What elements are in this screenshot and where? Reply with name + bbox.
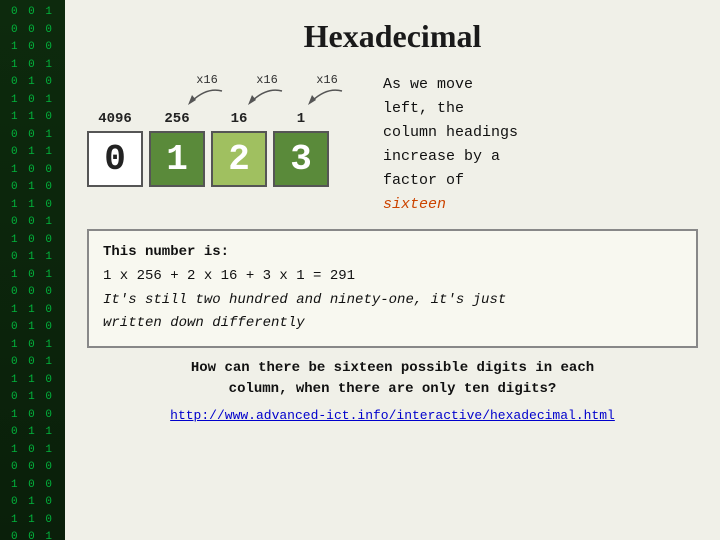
- right-line1: As we move: [383, 76, 473, 93]
- reference-link[interactable]: http://www.advanced-ict.info/interactive…: [87, 408, 698, 423]
- right-highlight: sixteen: [383, 196, 446, 213]
- binary-row: 0 1 0: [11, 319, 54, 336]
- info-box: This number is: 1 x 256 + 2 x 16 + 3 x 1…: [87, 229, 698, 348]
- question-line1: How can there be sixteen possible digits…: [191, 360, 594, 376]
- col-heading-1: 256: [149, 111, 205, 127]
- col-cell-0: 0: [87, 131, 143, 187]
- columns-row: 4096 0 256 1 16 2 1 3: [87, 111, 335, 187]
- arrows-row: x16 x16 x16: [115, 73, 357, 107]
- binary-row: 1 1 0: [11, 302, 54, 319]
- binary-row: 0 0 1: [11, 4, 54, 21]
- binary-row: 1 1 0: [11, 512, 54, 529]
- binary-row: 1 0 1: [11, 57, 54, 74]
- binary-row: 1 1 0: [11, 372, 54, 389]
- right-line4: increase by a: [383, 148, 500, 165]
- binary-row: 1 0 0: [11, 477, 54, 494]
- info-label: This number is:: [103, 241, 682, 265]
- binary-row: 1 0 0: [11, 232, 54, 249]
- arrow-svg-1: [182, 87, 232, 107]
- binary-row: 0 0 0: [11, 284, 54, 301]
- arrow-group-1: x16: [177, 73, 237, 107]
- col-heading-3: 1: [273, 111, 329, 127]
- binary-row: 0 1 0: [11, 179, 54, 196]
- col-heading-2: 16: [211, 111, 267, 127]
- binary-row: 0 1 1: [11, 424, 54, 441]
- binary-row: 1 0 0: [11, 407, 54, 424]
- arrow-label-3: x16: [316, 73, 338, 87]
- binary-row: 1 0 1: [11, 337, 54, 354]
- col-group-3: 1 3: [273, 111, 329, 187]
- binary-row: 1 1 0: [11, 109, 54, 126]
- info-label-text: This number is:: [103, 244, 229, 260]
- binary-row: 1 0 0: [11, 162, 54, 179]
- main-content: Hexadecimal x16 x16: [65, 0, 720, 540]
- arrow-group-2: x16: [237, 73, 297, 107]
- binary-row: 0 0 1: [11, 214, 54, 231]
- arrow-svg-3: [302, 87, 352, 107]
- binary-row: 0 0 0: [11, 22, 54, 39]
- binary-sidebar: 0 0 10 0 01 0 01 0 10 1 01 0 11 1 00 0 1…: [0, 0, 65, 540]
- col-group-2: 16 2: [211, 111, 267, 187]
- info-italic2: written down differently: [103, 312, 682, 336]
- col-group-1: 256 1: [149, 111, 205, 187]
- binary-row: 0 1 0: [11, 74, 54, 91]
- binary-row: 0 0 1: [11, 354, 54, 371]
- arrow-label-1: x16: [196, 73, 218, 87]
- arrow-label-2: x16: [256, 73, 278, 87]
- binary-row: 1 0 1: [11, 92, 54, 109]
- binary-row: 1 0 0: [11, 39, 54, 56]
- arrow-svg-2: [242, 87, 292, 107]
- col-cell-1: 1: [149, 131, 205, 187]
- page-title: Hexadecimal: [87, 18, 698, 55]
- binary-row: 0 1 1: [11, 144, 54, 161]
- binary-row: 1 0 1: [11, 442, 54, 459]
- arrow-group-3: x16: [297, 73, 357, 107]
- binary-row: 0 1 1: [11, 249, 54, 266]
- right-line5: factor of: [383, 172, 464, 189]
- binary-row: 0 0 1: [11, 529, 54, 540]
- binary-row: 0 0 1: [11, 127, 54, 144]
- question-line2: column, when there are only ten digits?: [229, 381, 557, 397]
- hex-diagram: x16 x16 x16: [87, 73, 367, 187]
- info-equation: 1 x 256 + 2 x 16 + 3 x 1 = 291: [103, 265, 682, 289]
- col-group-0: 4096 0: [87, 111, 143, 187]
- top-section: x16 x16 x16: [87, 73, 698, 217]
- binary-row: 1 1 0: [11, 197, 54, 214]
- binary-row: 1 0 1: [11, 267, 54, 284]
- binary-row: 0 1 0: [11, 389, 54, 406]
- binary-row: 0 1 0: [11, 494, 54, 511]
- bottom-question: How can there be sixteen possible digits…: [87, 358, 698, 400]
- right-description: As we move left, the column headings inc…: [383, 73, 698, 217]
- right-line2: left, the: [383, 100, 464, 117]
- col-heading-0: 4096: [87, 111, 143, 127]
- right-line3: column headings: [383, 124, 518, 141]
- col-cell-3: 3: [273, 131, 329, 187]
- col-cell-2: 2: [211, 131, 267, 187]
- binary-row: 0 0 0: [11, 459, 54, 476]
- info-italic1: It's still two hundred and ninety-one, i…: [103, 289, 682, 313]
